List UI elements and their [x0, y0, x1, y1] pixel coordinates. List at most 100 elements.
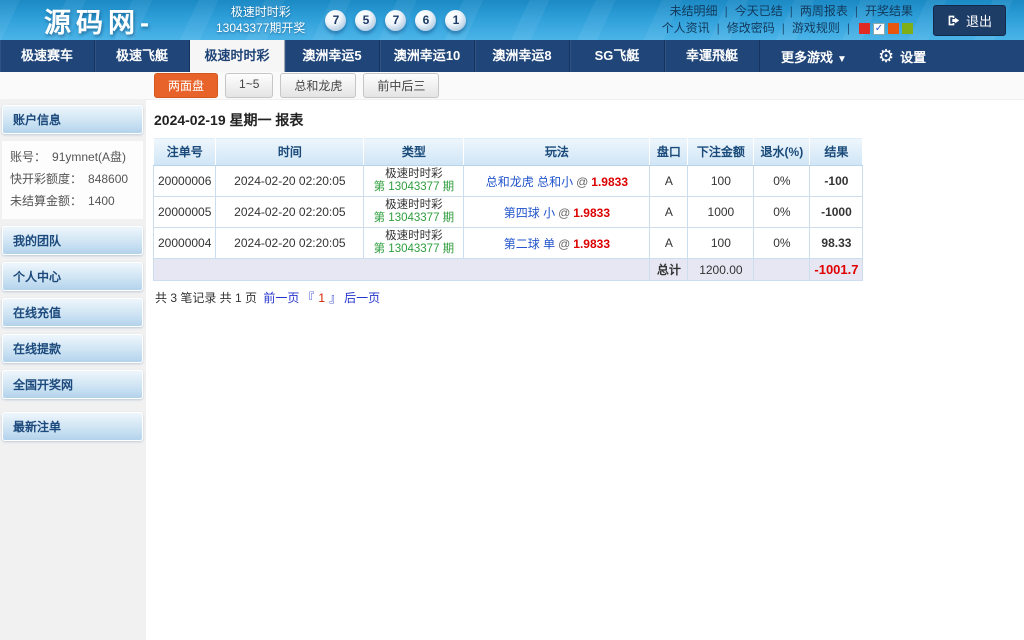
logout-icon [947, 14, 960, 27]
at-symbol: @ [576, 175, 588, 189]
more-games-label: 更多游戏 [781, 50, 833, 65]
link-separator: | [855, 3, 858, 20]
cell-time: 2024-02-20 02:20:05 [216, 197, 364, 228]
table-column-header: 盘口 [650, 138, 688, 166]
total-label: 总计 [650, 259, 688, 281]
logout-label: 退出 [966, 11, 992, 30]
next-page-link[interactable]: 后一页 [344, 291, 380, 305]
sidebar-item[interactable]: 全国开奖网 [2, 370, 143, 399]
sidebar-item-account-info[interactable]: 账户信息 [2, 105, 143, 134]
orange-square-toggle[interactable] [888, 23, 899, 34]
total-result: -1001.7 [810, 259, 863, 281]
top-header: 源码网- 极速时时彩 13043377期开奖 75761 未结明细|今天已结|两… [0, 0, 1024, 40]
pagination-summary: 共 3 笔记录 共 1 页 [155, 291, 260, 305]
top-link[interactable]: 未结明细 [670, 3, 718, 20]
subtab[interactable]: 1~5 [225, 73, 273, 98]
link-separator: | [847, 20, 850, 37]
page: 源码网- 极速时时彩 13043377期开奖 75761 未结明细|今天已结|两… [0, 0, 1024, 640]
settings-button[interactable]: ⚙ 设置 [878, 47, 926, 66]
lottery-ball: 7 [325, 10, 346, 31]
more-games-menu[interactable]: 更多游戏 ▼ [764, 47, 864, 66]
nav-tab[interactable]: 幸運飛艇 [665, 40, 760, 72]
sound-checkbox[interactable]: ✓ [873, 23, 885, 35]
link-separator: | [717, 20, 720, 37]
cell-order-id: 20000005 [154, 197, 216, 228]
cell-play: 第二球 单@1.9833 [464, 228, 650, 259]
cell-rebate: 0% [754, 166, 810, 197]
cell-amount: 100 [688, 166, 754, 197]
display-toggle-squares: ✓ [859, 23, 913, 35]
top-link[interactable]: 开奖结果 [865, 3, 913, 20]
account-field-label: 快开彩额度： [10, 172, 82, 186]
at-symbol: @ [558, 206, 570, 220]
top-link[interactable]: 游戏规则 [792, 20, 840, 37]
nav-tab[interactable]: SG飞艇 [570, 40, 665, 72]
top-links-row1: 未结明细|今天已结|两周报表|开奖结果 [662, 3, 913, 20]
table-column-header: 时间 [216, 138, 364, 166]
account-field-value: 848600 [88, 172, 128, 186]
table-header-row: 注单号时间类型玩法盘口下注金额退水(%)结果 [154, 138, 863, 166]
lottery-ball: 7 [385, 10, 406, 31]
link-separator: | [782, 20, 785, 37]
logout-button[interactable]: 退出 [933, 5, 1006, 36]
draw-period: 13043377期开奖 [216, 20, 305, 36]
nav-tab[interactable]: 极速赛车 [0, 40, 95, 72]
nav-tab[interactable]: 极速飞艇 [95, 40, 190, 72]
draw-lottery-name: 极速时时彩 [216, 4, 305, 20]
nav-right: 更多游戏 ▼ ⚙ 设置 [764, 40, 926, 72]
top-link[interactable]: 修改密码 [727, 20, 775, 37]
draw-result-balls: 75761 [325, 10, 466, 31]
top-link[interactable]: 两周报表 [800, 3, 848, 20]
green-square-toggle[interactable] [902, 23, 913, 34]
subtab[interactable]: 两面盘 [154, 73, 218, 98]
sidebar-item[interactable]: 在线提款 [2, 334, 143, 363]
prev-page-link[interactable]: 前一页 [263, 291, 299, 305]
table-column-header: 玩法 [464, 138, 650, 166]
red-square-toggle[interactable] [859, 23, 870, 34]
nav-tab[interactable]: 澳洲幸运8 [475, 40, 570, 72]
subtab[interactable]: 前中后三 [363, 73, 439, 98]
table-column-header: 结果 [810, 138, 863, 166]
content: 账户信息 账号：91ymnet(A盘) 快开彩额度： 848600 未结算金额： 140… [0, 100, 1024, 640]
gear-icon: ⚙ [878, 47, 894, 65]
subtab-bar: 两面盘 1~5 总和龙虎前中后三 [0, 72, 1024, 100]
total-amount: 1200.00 [688, 259, 754, 281]
odds-value: 1.9833 [591, 175, 628, 189]
odds-value: 1.9833 [573, 237, 610, 251]
nav-tab[interactable]: 澳洲幸运10 [380, 40, 475, 72]
chevron-down-icon: ▼ [837, 54, 847, 65]
table-row: 200000052024-02-20 02:20:05极速时时彩第 130433… [154, 197, 863, 228]
cell-result: -1000 [810, 197, 863, 228]
sidebar-items: 我的团队个人中心在线充值在线提款全国开奖网最新注单 [0, 226, 146, 441]
top-links: 未结明细|今天已结|两周报表|开奖结果 个人资讯|修改密码|游戏规则|✓ [662, 3, 913, 37]
sidebar-item[interactable]: 在线充值 [2, 298, 143, 327]
cell-order-id: 20000004 [154, 228, 216, 259]
lottery-ball: 5 [355, 10, 376, 31]
type-lottery-name: 极速时时彩 [368, 230, 459, 243]
cell-rebate: 0% [754, 228, 810, 259]
table-row: 200000062024-02-20 02:20:05极速时时彩第 130433… [154, 166, 863, 197]
nav-tabs: 极速赛车极速飞艇极速时时彩澳洲幸运5澳洲幸运10澳洲幸运8SG飞艇幸運飛艇 [0, 40, 760, 72]
table-column-header: 注单号 [154, 138, 216, 166]
pagination: 共 3 笔记录 共 1 页 前一页『1』后一页 [153, 289, 1024, 306]
account-field: 账号：91ymnet(A盘) [10, 146, 135, 168]
sidebar-item[interactable]: 最新注单 [2, 412, 143, 441]
nav-tab[interactable]: 极速时时彩 [190, 40, 285, 72]
top-link[interactable]: 个人资讯 [662, 20, 710, 37]
type-period-number: 第 13043377 期 [368, 243, 459, 256]
lottery-ball: 6 [415, 10, 436, 31]
lottery-ball: 1 [445, 10, 466, 31]
current-page-number[interactable]: 1 [318, 291, 325, 305]
total-rebate-empty [754, 259, 810, 281]
account-field-value: 1400 [88, 194, 115, 208]
type-lottery-name: 极速时时彩 [368, 199, 459, 212]
sidebar-item[interactable]: 个人中心 [2, 262, 143, 291]
top-link[interactable]: 今天已结 [735, 3, 783, 20]
nav-tab[interactable]: 澳洲幸运5 [285, 40, 380, 72]
cell-result: -100 [810, 166, 863, 197]
subtab[interactable]: 总和龙虎 [280, 73, 356, 98]
sidebar: 账户信息 账号：91ymnet(A盘) 快开彩额度： 848600 未结算金额： 140… [0, 100, 146, 640]
account-field-label: 未结算金额： [10, 194, 82, 208]
sidebar-item[interactable]: 我的团队 [2, 226, 143, 255]
cell-plate: A [650, 166, 688, 197]
